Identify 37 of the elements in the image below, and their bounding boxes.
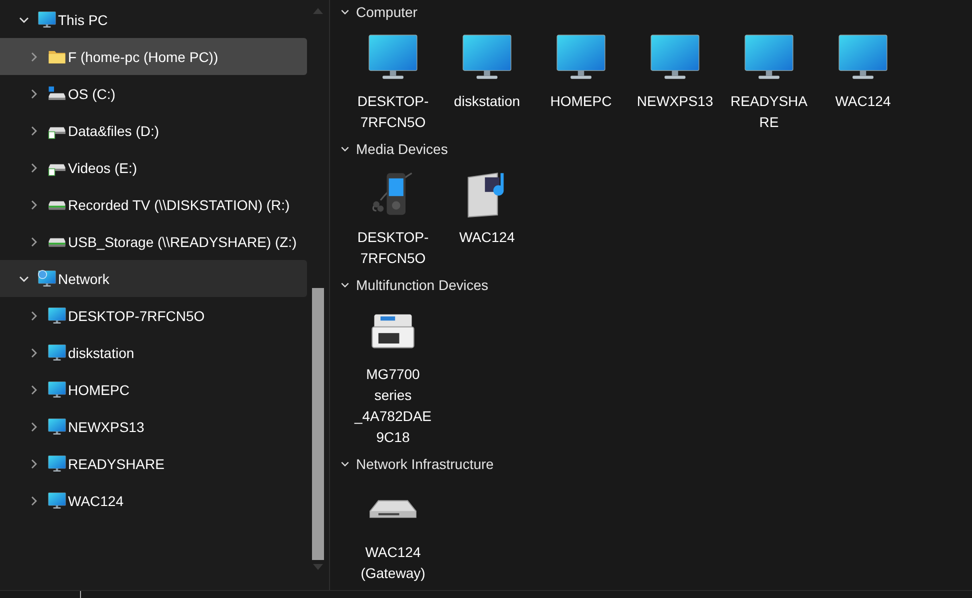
item-label[interactable]: MG7700 series _4A782DAE9C18 [353,364,433,448]
monitor-icon [38,10,56,28]
item-label[interactable]: DESKTOP-7RFCN5O [353,227,433,269]
tree-item[interactable]: READYSHARE [0,445,307,482]
item-label[interactable]: HOMEPC [541,90,621,112]
drive-icon [48,84,66,102]
group-header[interactable]: Network Infrastructure [340,454,972,474]
item-label[interactable]: diskstation [447,90,527,112]
network-globe-icon [38,270,56,288]
item-label[interactable]: READYSHARE [729,90,809,132]
tree-item[interactable]: WAC124 [0,482,307,519]
tree-item[interactable]: USB_Storage (\\READYSHARE) (Z:) [0,223,307,260]
tree-item[interactable]: Videos (E:) [0,149,307,186]
monitor-icon [48,454,66,472]
item-label[interactable]: WAC124 [447,227,527,248]
tree-item[interactable]: DESKTOP-7RFCN5O [0,297,307,334]
tree-item[interactable]: OS (C:) [0,75,307,112]
tree-item[interactable]: This PC [0,1,307,38]
item-label[interactable]: WAC124 (Gateway) [353,542,433,584]
tree-item[interactable]: HOMEPC [0,371,307,408]
group-header[interactable]: Media Devices [340,138,972,159]
item-label[interactable]: NEWXPS13 [635,90,715,112]
monitor-icon [48,492,66,510]
monitor-icon [48,418,66,436]
item-label[interactable]: DESKTOP-7RFCN5O [353,90,433,132]
tree-item[interactable]: Network [0,260,307,297]
group-header[interactable]: Computer [340,2,972,22]
monitor-icon [48,306,66,324]
item-label[interactable]: WAC124 [823,90,903,112]
tree-item[interactable]: Data&files (D:) [0,112,307,149]
monitor-icon [48,380,66,398]
tree-item[interactable]: Recorded TV (\\DISKSTATION) (R:) [0,186,307,223]
tree-item[interactable]: NEWXPS13 [0,408,307,445]
monitor-icon [48,344,66,362]
group-header[interactable]: Multifunction Devices [340,275,972,296]
tree-item[interactable]: diskstation [0,334,307,371]
tree-item[interactable]: F (home-pc (Home PC)) [0,38,307,75]
